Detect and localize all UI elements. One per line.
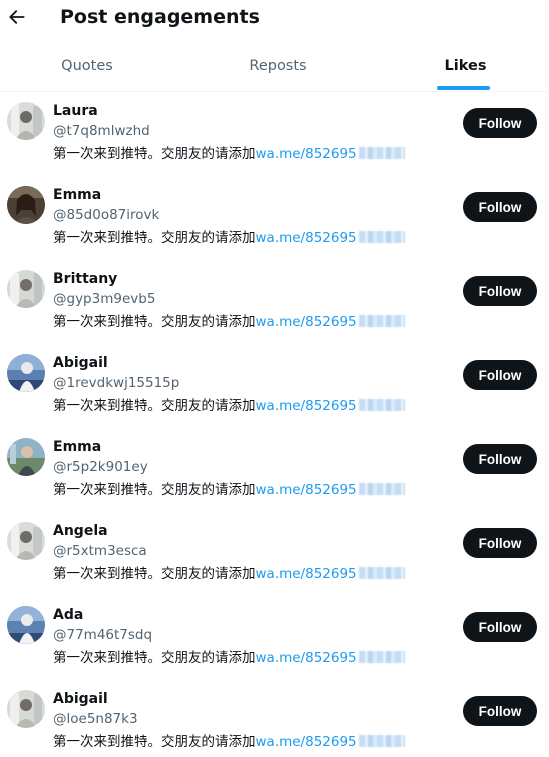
redacted-blur xyxy=(358,399,405,411)
follow-button[interactable]: Follow xyxy=(463,192,537,222)
user-bio: 第一次来到推特。交朋友的请添加wa.me/852695 xyxy=(53,228,405,248)
redacted-blur xyxy=(358,483,405,495)
tab-quotes[interactable]: Quotes xyxy=(0,40,174,91)
active-tab-indicator xyxy=(437,86,490,90)
bio-link[interactable]: wa.me/852695 xyxy=(256,566,357,582)
bio-link[interactable]: wa.me/852695 xyxy=(256,734,357,750)
redacted-blur xyxy=(358,315,405,327)
user-handle[interactable]: @t7q8mlwzhd xyxy=(53,122,150,141)
tab-reposts[interactable]: Reposts xyxy=(174,40,382,91)
list-item[interactable]: Ada @77m46t7sdq 第一次来到推特。交朋友的请添加wa.me/852… xyxy=(0,596,549,680)
bio-text: 第一次来到推特。交朋友的请添加 xyxy=(53,398,256,414)
follow-button[interactable]: Follow xyxy=(463,360,537,390)
follow-button[interactable]: Follow xyxy=(463,612,537,642)
user-handle[interactable]: @85d0o87irovk xyxy=(53,206,159,225)
avatar[interactable] xyxy=(7,438,45,476)
user-bio: 第一次来到推特。交朋友的请添加wa.me/852695 xyxy=(53,732,405,752)
user-name[interactable]: Abigail xyxy=(53,353,108,373)
user-bio: 第一次来到推特。交朋友的请添加wa.me/852695 xyxy=(53,396,405,416)
follow-button[interactable]: Follow xyxy=(463,444,537,474)
user-bio: 第一次来到推特。交朋友的请添加wa.me/852695 xyxy=(53,648,405,668)
bio-link[interactable]: wa.me/852695 xyxy=(256,398,357,414)
list-item[interactable]: Angela @r5xtm3esca 第一次来到推特。交朋友的请添加wa.me/… xyxy=(0,512,549,596)
avatar[interactable] xyxy=(7,270,45,308)
bio-text: 第一次来到推特。交朋友的请添加 xyxy=(53,650,256,666)
back-button[interactable] xyxy=(2,2,32,32)
list-item[interactable]: Brittany @gyp3m9evb5 第一次来到推特。交朋友的请添加wa.m… xyxy=(0,260,549,344)
bio-link[interactable]: wa.me/852695 xyxy=(256,314,357,330)
bio-text: 第一次来到推特。交朋友的请添加 xyxy=(53,482,256,498)
list-item[interactable]: Emma @r5p2k901ey 第一次来到推特。交朋友的请添加wa.me/85… xyxy=(0,428,549,512)
bio-link[interactable]: wa.me/852695 xyxy=(256,146,357,162)
bio-text: 第一次来到推特。交朋友的请添加 xyxy=(53,314,256,330)
user-name[interactable]: Laura xyxy=(53,101,98,121)
user-name[interactable]: Emma xyxy=(53,185,101,205)
tab-bar: Quotes Reposts Likes xyxy=(0,40,549,92)
tab-likes[interactable]: Likes xyxy=(382,40,549,91)
user-handle[interactable]: @loe5n87k3 xyxy=(53,710,138,729)
redacted-blur xyxy=(358,651,405,663)
redacted-blur xyxy=(358,735,405,747)
avatar[interactable] xyxy=(7,522,45,560)
bio-link[interactable]: wa.me/852695 xyxy=(256,482,357,498)
list-item[interactable]: Abigail @loe5n87k3 第一次来到推特。交朋友的请添加wa.me/… xyxy=(0,680,549,757)
follow-button[interactable]: Follow xyxy=(463,528,537,558)
avatar[interactable] xyxy=(7,354,45,392)
bio-text: 第一次来到推特。交朋友的请添加 xyxy=(53,146,256,162)
user-handle[interactable]: @r5p2k901ey xyxy=(53,458,148,477)
arrow-left-icon xyxy=(9,10,25,24)
user-handle[interactable]: @1revdkwj15515p xyxy=(53,374,179,393)
list-item[interactable]: Laura @t7q8mlwzhd 第一次来到推特。交朋友的请添加wa.me/8… xyxy=(0,92,549,176)
redacted-blur xyxy=(358,231,405,243)
bio-text: 第一次来到推特。交朋友的请添加 xyxy=(53,566,256,582)
follow-button[interactable]: Follow xyxy=(463,696,537,726)
avatar[interactable] xyxy=(7,606,45,644)
avatar[interactable] xyxy=(7,690,45,728)
user-handle[interactable]: @77m46t7sdq xyxy=(53,626,152,645)
redacted-blur xyxy=(358,567,405,579)
user-name[interactable]: Angela xyxy=(53,521,108,541)
user-handle[interactable]: @gyp3m9evb5 xyxy=(53,290,155,309)
list-item[interactable]: Abigail @1revdkwj15515p 第一次来到推特。交朋友的请添加w… xyxy=(0,344,549,428)
user-bio: 第一次来到推特。交朋友的请添加wa.me/852695 xyxy=(53,312,405,332)
user-name[interactable]: Abigail xyxy=(53,689,108,709)
bio-text: 第一次来到推特。交朋友的请添加 xyxy=(53,734,256,750)
list-item[interactable]: Emma @85d0o87irovk 第一次来到推特。交朋友的请添加wa.me/… xyxy=(0,176,549,260)
user-bio: 第一次来到推特。交朋友的请添加wa.me/852695 xyxy=(53,564,405,584)
bio-text: 第一次来到推特。交朋友的请添加 xyxy=(53,230,256,246)
avatar[interactable] xyxy=(7,186,45,224)
bio-link[interactable]: wa.me/852695 xyxy=(256,650,357,666)
user-handle[interactable]: @r5xtm3esca xyxy=(53,542,147,561)
user-name[interactable]: Ada xyxy=(53,605,83,625)
follow-button[interactable]: Follow xyxy=(463,276,537,306)
redacted-blur xyxy=(358,147,405,159)
bio-link[interactable]: wa.me/852695 xyxy=(256,230,357,246)
user-bio: 第一次来到推特。交朋友的请添加wa.me/852695 xyxy=(53,144,405,164)
follow-button[interactable]: Follow xyxy=(463,108,537,138)
top-bar: Post engagements xyxy=(0,0,549,40)
user-bio: 第一次来到推特。交朋友的请添加wa.me/852695 xyxy=(53,480,405,500)
user-name[interactable]: Brittany xyxy=(53,269,117,289)
avatar[interactable] xyxy=(7,102,45,140)
page-title: Post engagements xyxy=(60,6,260,28)
user-name[interactable]: Emma xyxy=(53,437,101,457)
